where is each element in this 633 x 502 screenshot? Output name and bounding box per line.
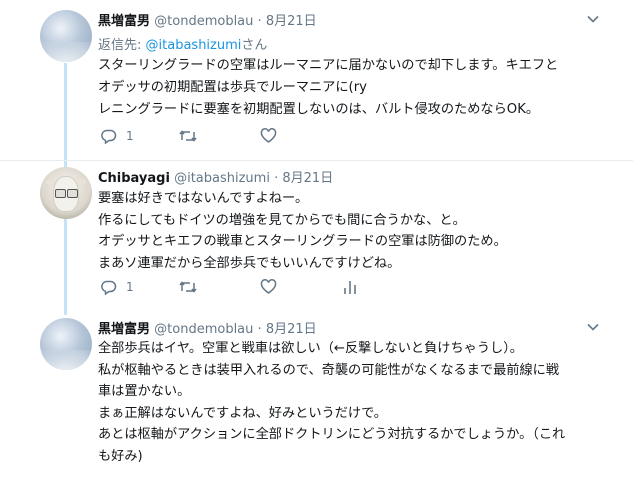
- tweet-line: オデッサとキエフの戦車とスターリングラードの空軍は防御のため。: [98, 234, 507, 249]
- separator-dot: ·: [257, 14, 262, 29]
- retweet-icon: [179, 130, 197, 142]
- reply-button[interactable]: 1: [100, 127, 134, 145]
- retweet-button[interactable]: [178, 278, 198, 296]
- reply-button[interactable]: 1: [100, 278, 134, 296]
- tweet-line: まあソ連軍だから全部歩兵でもいいんですけどね。: [98, 255, 401, 271]
- tweet-header: 黒増富男 @tondemoblau · 8月21日: [98, 10, 317, 29]
- tweet-header: 黒増富男 @tondemoblau · 8月21日: [98, 318, 317, 337]
- display-name[interactable]: 黒増富男: [98, 322, 150, 337]
- avatar[interactable]: [40, 318, 92, 370]
- display-name[interactable]: Chibayagi: [98, 171, 170, 186]
- glasses-icon: [55, 189, 66, 198]
- user-handle[interactable]: @itabashizumi: [174, 171, 270, 186]
- tweet-1[interactable]: 黒増富男 @tondemoblau · 8月21日 返信先: @itabashi…: [0, 0, 633, 160]
- avatar[interactable]: [40, 10, 92, 62]
- tweet-line: レニングラードに要塞を初期配置しないのは、バルト侵攻のためならOK。: [98, 102, 540, 117]
- avatar[interactable]: [40, 167, 92, 219]
- chevron-down-icon[interactable]: [586, 12, 600, 26]
- tweet-text: スターリングラードの空軍はルーマニアに届かないので却下します。キエフと オデッサ…: [98, 55, 558, 121]
- like-icon: [260, 279, 277, 294]
- tweet-line: 要塞は好きではないんですよねー。: [98, 191, 309, 206]
- display-name[interactable]: 黒増富男: [98, 14, 150, 29]
- reply-to-label: 返信先:: [98, 38, 142, 53]
- tweet-line: 全部歩兵はイヤ。空軍と戦車は欲しい（←反撃しないと負けちゃうし）。: [98, 341, 523, 356]
- tweet-line: まぁ正解はないんですよね、好みというだけで。: [98, 405, 387, 421]
- glasses-icon: [67, 189, 78, 198]
- tweet-text: 要塞は好きではないんですよねー。 作るにしてもドイツの増強を見てからでも間に合う…: [98, 188, 507, 274]
- user-handle[interactable]: @tondemoblau: [154, 322, 253, 337]
- tweet-date[interactable]: 8月21日: [266, 14, 317, 29]
- analytics-button[interactable]: [342, 278, 358, 296]
- tweet-line: 作るにしてもドイツの増強を見てからでも間に合うかな、と。: [98, 212, 466, 228]
- tweet-header: Chibayagi @itabashizumi · 8月21日: [98, 167, 333, 186]
- tweet-line: オデッサの初期配置は歩兵でルーマニアに(ry: [98, 80, 367, 95]
- user-handle[interactable]: @tondemoblau: [154, 14, 253, 29]
- reply-icon: [101, 129, 117, 144]
- tweet-date[interactable]: 8月21日: [282, 171, 333, 186]
- tweet-line: スターリングラードの空軍はルーマニアに届かないので却下します。キエフと: [98, 58, 559, 73]
- reply-count: 1: [126, 129, 134, 143]
- tweet-text: 全部歩兵はイヤ。空軍と戦車は欲しい（←反撃しないと負けちゃうし）。 私が枢軸やる…: [98, 338, 565, 467]
- separator-dot: ·: [257, 322, 262, 337]
- goat-ear: [76, 179, 86, 185]
- like-button[interactable]: [260, 278, 277, 296]
- tweet-line: 私が枢軸やるときは装甲入れるので、奇襲の可能性がなくなるまで最前線に戦: [98, 362, 560, 378]
- separator-dot: ·: [274, 171, 279, 186]
- reply-to-handle-link[interactable]: @itabashizumi: [146, 38, 242, 53]
- tweet-2[interactable]: Chibayagi @itabashizumi · 8月21日 要塞は好きではな…: [0, 160, 633, 310]
- reply-to-suffix: さん: [241, 38, 268, 53]
- tweet-line: も好み): [98, 448, 143, 464]
- like-icon: [260, 128, 277, 143]
- tweet-line: あとは枢軸がアクションに全部ドクトリンにどう対抗するかでしょうか。（これ: [98, 427, 566, 442]
- retweet-icon: [179, 281, 197, 293]
- tweet-actions: 1: [98, 278, 418, 296]
- tweet-actions: 1: [98, 127, 418, 145]
- tweet-date[interactable]: 8月21日: [266, 322, 317, 337]
- tweet-line: 車は置かない。: [98, 384, 191, 399]
- tweet-3[interactable]: 黒増富男 @tondemoblau · 8月21日 全部歩兵はイヤ。空軍と戦車は…: [0, 310, 633, 502]
- reply-icon: [101, 280, 117, 295]
- retweet-button[interactable]: [178, 127, 198, 145]
- like-button[interactable]: [260, 127, 277, 145]
- reply-count: 1: [126, 280, 134, 294]
- analytics-icon: [344, 281, 356, 294]
- replying-to: 返信先: @itabashizumiさん: [98, 34, 267, 53]
- chevron-down-icon[interactable]: [586, 320, 600, 334]
